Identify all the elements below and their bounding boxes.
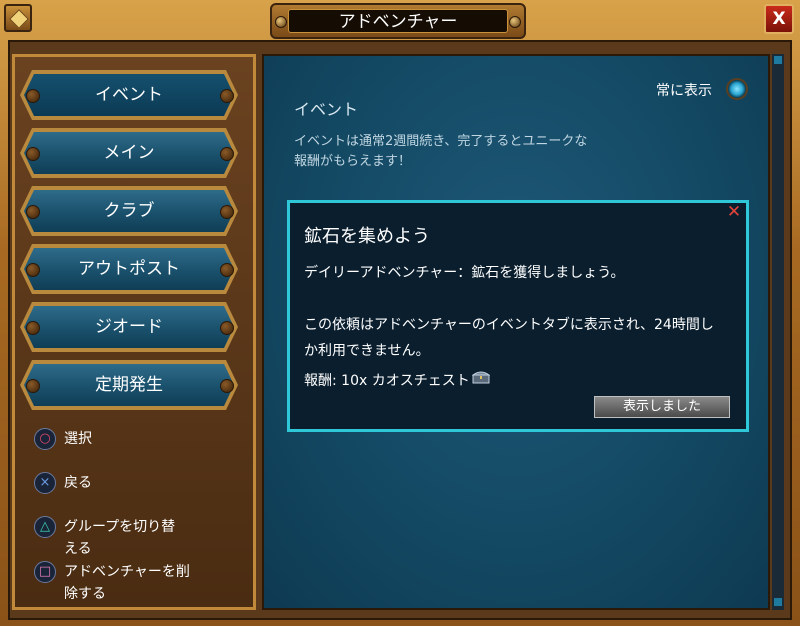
tab-event[interactable]: イベント xyxy=(20,70,238,120)
rivet-icon xyxy=(26,379,40,393)
scrollbar[interactable] xyxy=(772,54,784,610)
menu-corner-button[interactable] xyxy=(4,4,32,32)
tab-label: アウトポスト xyxy=(24,248,234,290)
rivet-icon xyxy=(275,16,287,28)
rivet-icon xyxy=(26,205,40,219)
scroll-up-icon[interactable] xyxy=(774,56,782,64)
tab-label: メイン xyxy=(24,132,234,174)
dialog-subtitle: デイリーアドベンチャー：鉱石を獲得しましょう。 xyxy=(304,265,625,281)
chest-icon xyxy=(472,371,490,384)
rivet-icon xyxy=(220,263,234,277)
rivet-icon xyxy=(26,147,40,161)
tab-periodic[interactable]: 定期発生 xyxy=(20,360,238,410)
reward-text: 報酬: 10x カオスチェスト xyxy=(304,373,470,389)
rivet-icon xyxy=(26,89,40,103)
rivet-icon xyxy=(26,263,40,277)
diamond-icon xyxy=(9,9,29,29)
close-button[interactable]: X xyxy=(764,4,794,34)
rivet-icon xyxy=(220,205,234,219)
triangle-button-icon: △ xyxy=(34,516,56,538)
dialog-body: この依頼はアドベンチャーのイベントタブに表示され、24時間し か利用できません。 xyxy=(304,317,714,359)
tab-label: ジオード xyxy=(24,306,234,348)
circle-button-icon: ○ xyxy=(34,428,56,450)
tab-label: 定期発生 xyxy=(24,364,234,406)
tab-label: イベント xyxy=(24,74,234,116)
dialog-close-icon[interactable]: ✕ xyxy=(726,204,742,221)
dialog-title: 鉱石を集めよう xyxy=(304,226,430,247)
rivet-icon xyxy=(26,321,40,335)
window-title: アドベンチャー xyxy=(288,9,508,33)
title-plate: アドベンチャー xyxy=(270,3,526,39)
tab-geode[interactable]: ジオード xyxy=(20,302,238,352)
scroll-down-icon[interactable] xyxy=(774,598,782,606)
rivet-icon xyxy=(509,16,521,28)
tab-club[interactable]: クラブ xyxy=(20,186,238,236)
rivet-icon xyxy=(220,147,234,161)
section-title: イベント xyxy=(294,100,359,119)
tab-main[interactable]: メイン xyxy=(20,128,238,178)
section-description: イベントは通常2週間続き、完了するとユニークな 報酬がもらえます！ xyxy=(294,134,588,169)
always-show-toggle[interactable] xyxy=(726,78,748,100)
square-button-icon: □ xyxy=(34,561,56,583)
rivet-icon xyxy=(220,321,234,335)
rivet-icon xyxy=(220,89,234,103)
acknowledge-button[interactable]: 表示しました xyxy=(594,396,730,418)
cross-button-icon: × xyxy=(34,472,56,494)
tab-label: クラブ xyxy=(24,190,234,232)
always-show-label: 常に表示 xyxy=(656,83,712,99)
rivet-icon xyxy=(220,379,234,393)
tab-outpost[interactable]: アウトポスト xyxy=(20,244,238,294)
